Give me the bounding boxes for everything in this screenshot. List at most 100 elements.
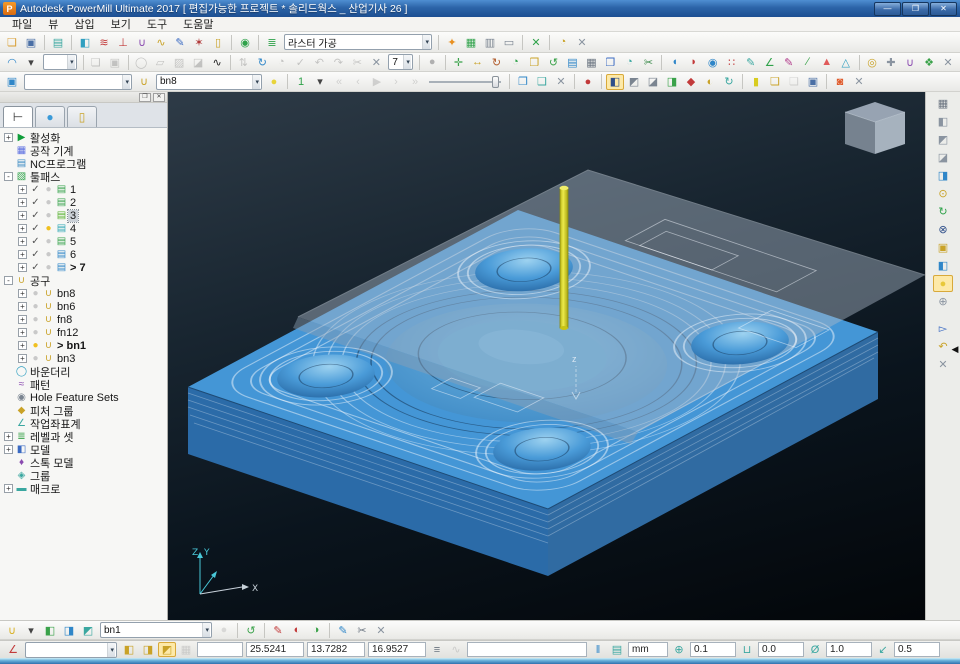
save-view-icon[interactable]: ▣ xyxy=(804,74,822,90)
tree-item-activate[interactable]: + ▶ 활성화 xyxy=(0,131,167,145)
tab-world-globe[interactable]: ● xyxy=(35,106,65,127)
go-start-icon[interactable]: « xyxy=(330,74,348,90)
thickness-set-combobox[interactable]: 7 ▾ xyxy=(388,54,413,70)
tree-item-workplanes[interactable]: +∠작업좌표계 xyxy=(0,417,167,431)
strategy-combobox-arrow-icon[interactable]: ▾ xyxy=(422,35,430,49)
expander-icon[interactable]: + xyxy=(4,133,13,142)
edit-transform-icon[interactable]: ⇅ xyxy=(234,54,252,70)
history-clock-icon[interactable]: ◔ xyxy=(272,54,290,70)
menu-file[interactable]: 파일 xyxy=(4,16,40,32)
recycle-icon[interactable]: ↺ xyxy=(544,54,562,70)
green-slash-icon[interactable]: ∕ xyxy=(799,54,817,70)
move-tool-icon[interactable]: ✛ xyxy=(449,54,467,70)
block-detail-icon[interactable]: ◩ xyxy=(158,642,176,657)
step-forward-icon[interactable]: › xyxy=(387,74,405,90)
curve-hatch-icon[interactable]: ▨ xyxy=(170,54,188,70)
menu-insert[interactable]: 삽입 xyxy=(66,16,102,32)
grid-size-field[interactable] xyxy=(197,642,243,657)
measure-link-icon[interactable]: ∿ xyxy=(447,642,465,657)
multicolor-shade-icon[interactable]: ◉ xyxy=(704,54,722,70)
annotate-pen-icon[interactable]: ✎ xyxy=(334,622,352,638)
lamp-icon[interactable]: ● xyxy=(265,74,283,90)
simulation-speed-slider[interactable] xyxy=(429,75,501,89)
timer-icon[interactable]: ◔ xyxy=(620,54,638,70)
shade-sphere-icon[interactable]: ● xyxy=(215,622,233,638)
leads-links-icon[interactable]: ∿ xyxy=(152,34,170,50)
tree-item-toolpath-5[interactable]: + ✓ ● ▤ 5 xyxy=(0,235,167,248)
tool-create-icon[interactable]: ∪ xyxy=(133,34,151,50)
table-icon[interactable]: ▦ xyxy=(582,54,600,70)
active-tool-u-icon[interactable]: ∪ xyxy=(3,622,21,638)
iso-view-1-icon[interactable]: ◧ xyxy=(933,113,953,130)
pattern-points-icon[interactable]: ✶ xyxy=(190,34,208,50)
cone-icon[interactable]: ▲ xyxy=(818,54,836,70)
expander-icon[interactable]: + xyxy=(18,250,27,259)
viewmill-combobox-arrow-icon[interactable]: ▾ xyxy=(122,74,130,89)
compare-icon[interactable]: ❏ xyxy=(766,74,784,90)
expander-icon[interactable]: + xyxy=(4,445,13,454)
edit-cut-icon[interactable]: ✂ xyxy=(353,622,371,638)
expander-icon[interactable]: + xyxy=(18,341,27,350)
units-ruler-icon[interactable]: ▤ xyxy=(608,642,626,657)
iso-view-3-icon[interactable]: ◪ xyxy=(933,149,953,166)
tree-item-toolpath-1[interactable]: + ✓ ● ▤ 1 xyxy=(0,183,167,196)
stock-icon[interactable]: ❖ xyxy=(920,54,938,70)
dynamic-shade-icon[interactable]: ◗ xyxy=(685,54,703,70)
tool-combobox[interactable]: bn8 ▾ xyxy=(156,73,262,90)
tool-dropdown-icon[interactable]: ▾ xyxy=(22,622,40,638)
active-tool-icon[interactable]: ∪ xyxy=(135,74,153,90)
tool-combobox-arrow-icon[interactable]: ▾ xyxy=(252,74,260,89)
tool-solid-icon[interactable]: ▮ xyxy=(747,74,765,90)
attach-view-icon[interactable]: ❐ xyxy=(514,74,532,90)
tolerance-icon[interactable]: ⊕ xyxy=(670,642,688,657)
block-icon[interactable]: ◧ xyxy=(76,34,94,50)
step-dropdown-icon[interactable]: ▾ xyxy=(311,74,329,90)
step-mode-icon[interactable]: 1 xyxy=(292,74,310,90)
close-button[interactable]: ✕ xyxy=(930,1,957,16)
tool-vis3-icon[interactable]: ◩ xyxy=(79,622,97,638)
boundary-create-icon[interactable]: ◠ xyxy=(3,54,21,70)
view-toolbar-close-icon[interactable]: ✕ xyxy=(933,356,953,373)
viewmill-combobox[interactable]: ▾ xyxy=(24,73,132,90)
minimize-button[interactable]: — xyxy=(874,1,901,16)
no-image-shade-icon[interactable]: ◧ xyxy=(606,73,624,90)
tree-item-levels-sets[interactable]: + ≣ 레벨과 셋 xyxy=(0,430,167,444)
globe-view-icon[interactable]: ⊕ xyxy=(933,293,953,310)
tool-axis-pen-icon[interactable]: ✎ xyxy=(269,622,287,638)
thickness-set-combobox-arrow-icon[interactable]: ▾ xyxy=(403,55,411,69)
top-view-icon[interactable]: ◨ xyxy=(933,167,953,184)
tool-axis-icon[interactable]: ✎ xyxy=(742,54,760,70)
restore-icon[interactable]: ❏ xyxy=(785,74,803,90)
step-back-icon[interactable]: ‹ xyxy=(349,74,367,90)
tool-vis2-icon[interactable]: ◨ xyxy=(60,622,78,638)
edit-toolbar-close-icon[interactable]: ✕ xyxy=(939,54,957,70)
view-cube[interactable] xyxy=(844,102,906,154)
viewmill-icon[interactable]: ▣ xyxy=(3,74,21,90)
viewport-3d[interactable]: z Z Y X xyxy=(168,92,925,620)
undo-icon[interactable]: ↶ xyxy=(310,54,328,70)
boundary-combobox-arrow-icon[interactable]: ▾ xyxy=(67,55,75,69)
grid-icon[interactable]: ▦ xyxy=(177,642,195,657)
collision-check-icon[interactable]: ✕ xyxy=(527,34,545,50)
shiny-shade-icon[interactable]: ◪ xyxy=(644,74,662,90)
measure-icon[interactable]: ↔ xyxy=(468,54,486,70)
expander-icon[interactable]: - xyxy=(4,172,13,181)
workplane-combobox[interactable]: ▾ xyxy=(25,641,117,658)
menu-view[interactable]: 뷰 xyxy=(40,16,66,32)
explorer-close-button[interactable]: ✕ xyxy=(153,92,165,102)
nc-program-icon[interactable]: ▭ xyxy=(500,34,518,50)
expander-icon[interactable]: - xyxy=(4,276,13,285)
menu-display[interactable]: 보기 xyxy=(103,16,139,32)
expander-icon[interactable]: + xyxy=(18,224,27,233)
workplane-status-icon[interactable]: ∠ xyxy=(4,642,22,657)
diameter-icon[interactable]: Ø xyxy=(806,642,824,657)
tree-item-models[interactable]: + ◧ 모델 xyxy=(0,443,167,457)
curve-lasso-icon[interactable]: ∿ xyxy=(208,54,226,70)
edit-save-icon[interactable]: ▣ xyxy=(106,54,124,70)
coordinate-list-icon[interactable]: ≡ xyxy=(428,642,446,657)
end-point-icon[interactable]: ◑ xyxy=(307,622,325,638)
tab-explorer-tree[interactable]: ⊢ xyxy=(3,106,33,127)
main-toolbar-close-icon[interactable]: ✕ xyxy=(573,34,591,50)
folder-up-icon[interactable]: ❐ xyxy=(525,54,543,70)
open-project-icon[interactable]: ❏ xyxy=(3,34,21,50)
